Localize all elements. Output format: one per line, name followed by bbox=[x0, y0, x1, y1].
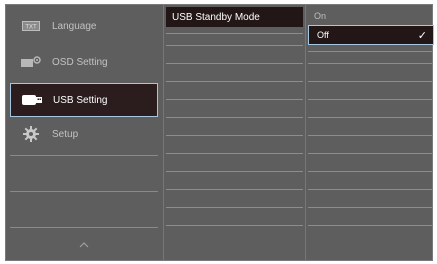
submenu-item-label: USB Standby Mode bbox=[172, 11, 260, 23]
submenu-divider bbox=[166, 207, 303, 208]
submenu-divider bbox=[166, 153, 303, 154]
menu-item-language[interactable]: TXT Language bbox=[10, 9, 158, 43]
option-label: Off bbox=[317, 30, 329, 40]
options-column: On Off ✓ bbox=[306, 5, 434, 260]
menu-divider bbox=[10, 155, 158, 156]
main-menu-column: TXT Language OSD Setting USB Setting Set… bbox=[6, 5, 162, 260]
option-divider bbox=[308, 51, 432, 52]
option-divider bbox=[308, 189, 432, 190]
submenu-column: USB Standby Mode bbox=[163, 5, 306, 260]
option-divider bbox=[308, 135, 432, 136]
menu-item-label: OSD Setting bbox=[52, 56, 108, 68]
checkmark-icon: ✓ bbox=[417, 29, 427, 42]
chevron-up-icon[interactable] bbox=[78, 240, 90, 248]
submenu-item-usb-standby-mode[interactable]: USB Standby Mode bbox=[166, 7, 303, 27]
submenu-divider bbox=[166, 225, 303, 226]
submenu-divider bbox=[166, 81, 303, 82]
option-divider bbox=[308, 153, 432, 154]
language-icon: TXT bbox=[20, 19, 42, 33]
option-divider bbox=[308, 63, 432, 64]
option-divider bbox=[308, 207, 432, 208]
menu-divider bbox=[10, 191, 158, 192]
option-off[interactable]: Off ✓ bbox=[308, 25, 434, 45]
option-divider bbox=[308, 171, 432, 172]
option-on[interactable]: On bbox=[314, 11, 326, 21]
menu-item-usb-setting[interactable]: USB Setting bbox=[10, 83, 158, 117]
option-divider bbox=[308, 117, 432, 118]
submenu-divider bbox=[166, 63, 303, 64]
osd-setting-icon bbox=[20, 55, 42, 69]
submenu-divider bbox=[166, 99, 303, 100]
osd-menu-panel: TXT Language OSD Setting USB Setting Set… bbox=[5, 4, 434, 261]
menu-item-label: USB Setting bbox=[53, 94, 108, 106]
usb-setting-icon bbox=[21, 93, 43, 107]
svg-text:TXT: TXT bbox=[25, 25, 37, 31]
submenu-divider bbox=[166, 135, 303, 136]
menu-item-label: Language bbox=[52, 20, 97, 32]
submenu-divider bbox=[166, 189, 303, 190]
submenu-divider bbox=[166, 45, 303, 46]
submenu-divider bbox=[166, 117, 303, 118]
option-divider bbox=[308, 81, 432, 82]
menu-item-setup[interactable]: Setup bbox=[10, 117, 158, 151]
option-divider bbox=[308, 99, 432, 100]
option-divider bbox=[308, 225, 432, 226]
submenu-divider bbox=[166, 33, 303, 34]
menu-item-label: Setup bbox=[52, 128, 79, 140]
submenu-divider bbox=[166, 171, 303, 172]
menu-item-osd-setting[interactable]: OSD Setting bbox=[10, 45, 158, 79]
menu-divider bbox=[10, 227, 158, 228]
gear-icon bbox=[20, 126, 42, 142]
